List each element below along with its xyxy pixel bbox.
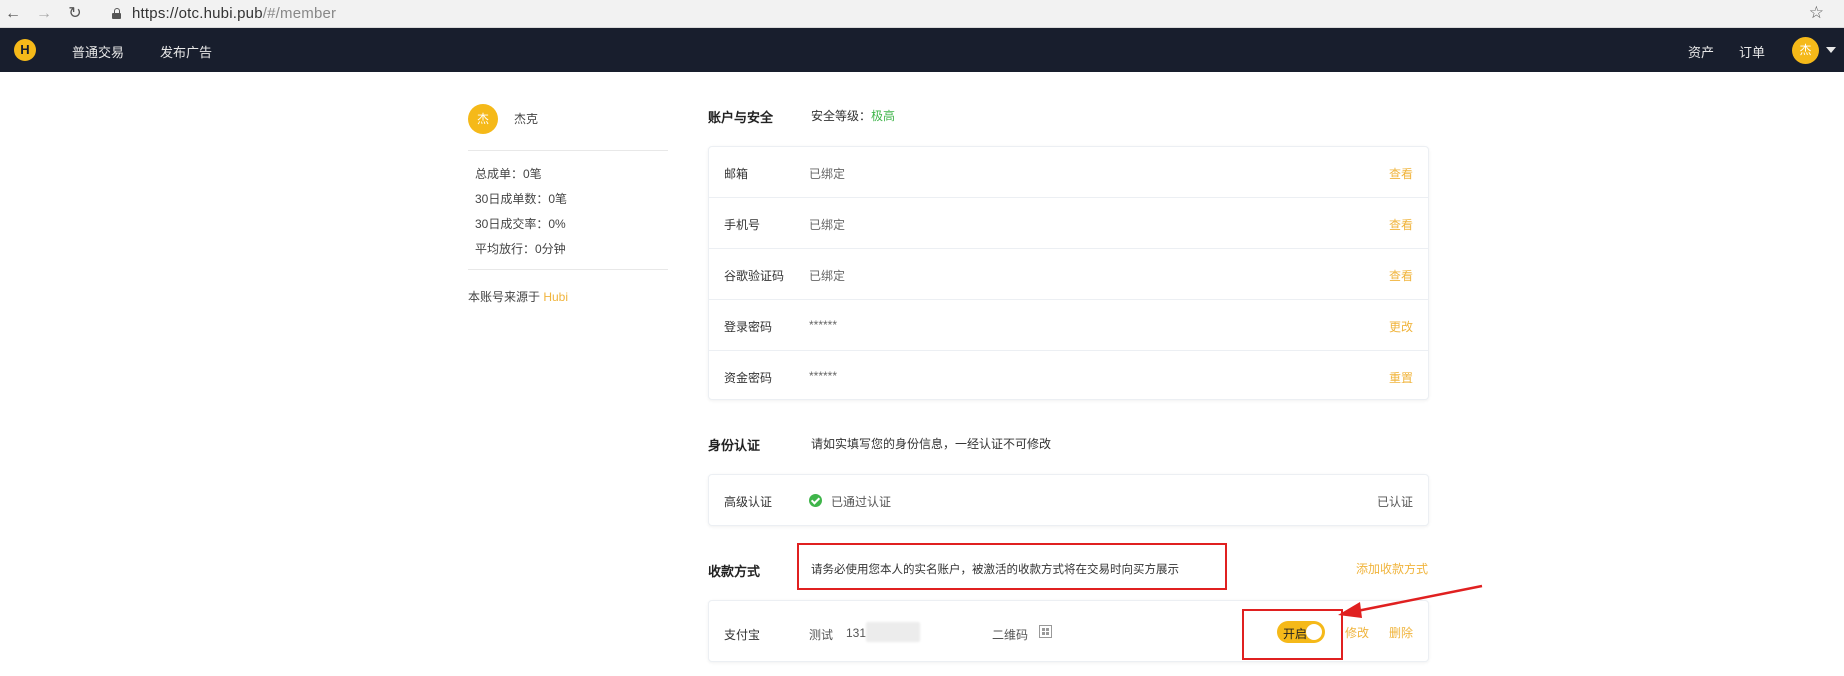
address-bar[interactable]: https://otc.hubi.pub/#/member	[100, 2, 1800, 26]
section-title-identity: 身份认证	[708, 438, 761, 453]
stat-30d-rate: 30日成交率：0%	[475, 217, 566, 231]
annotation-arrow-icon	[1338, 584, 1483, 618]
reset-fund-password-link[interactable]: 重置	[1389, 369, 1413, 386]
reload-icon[interactable]: ↻	[64, 3, 86, 25]
user-avatar[interactable]: 杰	[1792, 37, 1819, 64]
lock-icon	[112, 8, 121, 19]
hubi-logo-icon[interactable]: H	[14, 39, 36, 61]
browser-toolbar: ← → ↻ https://otc.hubi.pub/#/member ☆	[0, 0, 1844, 28]
security-row-email: 邮箱 已绑定 查看	[709, 147, 1428, 198]
security-row-login-password: 登录密码 ****** 更改	[709, 300, 1428, 351]
url-text: https://otc.hubi.pub/#/member	[132, 5, 337, 22]
row-value: ******	[809, 318, 838, 332]
stat-avg-release: 平均放行：0分钟	[475, 242, 566, 256]
row-label: 资金密码	[724, 371, 773, 385]
security-row-fund-password: 资金密码 ****** 重置	[709, 351, 1428, 402]
view-phone-link[interactable]: 查看	[1389, 216, 1413, 233]
nav-normal-trade[interactable]: 普通交易	[72, 42, 124, 61]
divider	[468, 269, 668, 270]
security-card: 邮箱 已绑定 查看 手机号 已绑定 查看 谷歌验证码 已绑定 查看 登录密码 *…	[708, 146, 1429, 400]
back-arrow-icon[interactable]: ←	[2, 3, 24, 25]
profile-avatar: 杰	[468, 104, 498, 134]
stat-total-orders: 总成单：0笔	[475, 167, 542, 181]
stat-30d-orders: 30日成单数：0笔	[475, 192, 568, 206]
qr-label: 二维码	[992, 628, 1029, 642]
payment-enable-toggle[interactable]: 开启	[1277, 621, 1325, 643]
source-link[interactable]: Hubi	[543, 290, 568, 304]
payment-type: 支付宝	[724, 628, 761, 642]
payment-holder-name: 测试	[809, 628, 834, 642]
security-level-value: 极高	[871, 109, 896, 123]
nav-assets[interactable]: 资产	[1688, 42, 1714, 61]
add-payment-method-link[interactable]: 添加收款方式	[1356, 560, 1428, 577]
row-value: 已绑定	[809, 167, 846, 181]
identity-subtitle: 请如实填写您的身份信息，一经认证不可修改	[811, 437, 1052, 451]
section-title-security: 账户与安全	[708, 110, 774, 125]
row-value: 已绑定	[809, 218, 846, 232]
security-row-google-auth: 谷歌验证码 已绑定 查看	[709, 249, 1428, 300]
toggle-knob	[1306, 624, 1322, 640]
nav-orders[interactable]: 订单	[1739, 42, 1765, 61]
top-navigation: H 普通交易 发布广告 资产 订单 杰	[0, 28, 1844, 72]
divider	[468, 150, 668, 151]
row-label: 谷歌验证码	[724, 269, 785, 283]
verified-text: 已通过认证	[831, 495, 892, 509]
account-source: 本账号来源于 Hubi	[468, 290, 569, 304]
profile-name: 杰克	[514, 112, 539, 126]
row-label: 手机号	[724, 218, 761, 232]
row-label: 登录密码	[724, 320, 773, 334]
security-row-phone: 手机号 已绑定 查看	[709, 198, 1428, 249]
nav-publish-ad[interactable]: 发布广告	[160, 42, 212, 61]
delete-payment-link[interactable]: 删除	[1389, 624, 1413, 641]
qr-code-icon[interactable]	[1039, 625, 1052, 638]
row-value: ******	[809, 369, 838, 383]
payment-notice-annotation: 请务必使用您本人的实名账户，被激活的收款方式将在交易时向买方展示	[797, 543, 1227, 590]
bookmark-star-icon[interactable]: ☆	[1809, 3, 1824, 23]
row-label: 邮箱	[724, 167, 749, 181]
row-label: 高级认证	[724, 495, 773, 509]
chevron-down-icon[interactable]	[1826, 47, 1836, 53]
security-level: 安全等级：极高	[811, 109, 896, 123]
section-title-payment: 收款方式	[708, 564, 761, 579]
identity-card: 高级认证 已通过认证 已认证	[708, 474, 1429, 526]
toggle-label: 开启	[1283, 627, 1308, 641]
view-email-link[interactable]: 查看	[1389, 165, 1413, 182]
edit-payment-link[interactable]: 修改	[1345, 624, 1369, 641]
row-value: 已绑定	[809, 269, 846, 283]
verified-status: 已认证	[1376, 495, 1413, 509]
check-circle-icon	[809, 494, 822, 507]
view-google-auth-link[interactable]: 查看	[1389, 267, 1413, 284]
redacted-account	[866, 622, 920, 642]
payment-notice: 请务必使用您本人的实名账户，被激活的收款方式将在交易时向买方展示	[811, 564, 1179, 576]
forward-arrow-icon[interactable]: →	[33, 3, 55, 25]
payment-account: 131	[846, 626, 867, 640]
change-password-link[interactable]: 更改	[1389, 318, 1413, 335]
